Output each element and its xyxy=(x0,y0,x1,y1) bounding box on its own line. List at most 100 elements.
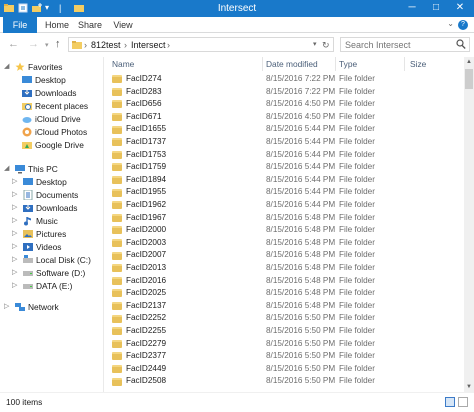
expand-caret-icon[interactable]: ▷ xyxy=(12,202,20,214)
breadcrumb-separator-icon[interactable]: › xyxy=(124,39,127,51)
search-box[interactable] xyxy=(340,37,470,52)
recent-locations-icon[interactable]: ▾ xyxy=(45,39,49,53)
table-row[interactable]: FacID2000 8/15/2016 5:48 PM File folder xyxy=(106,224,466,237)
expand-caret-icon[interactable]: ▷ xyxy=(12,254,20,266)
table-row[interactable]: FacID2016 8/15/2016 5:48 PM File folder xyxy=(106,275,466,288)
file-name-cell[interactable]: FacID1962 xyxy=(112,199,166,212)
nav-pc-documents[interactable]: ▷ Documents xyxy=(12,189,78,201)
expand-caret-icon[interactable]: ▷ xyxy=(12,215,20,227)
expand-caret-icon[interactable]: ▷ xyxy=(12,176,20,188)
file-name-cell[interactable]: FacID2279 xyxy=(112,338,166,351)
scrollbar-thumb[interactable] xyxy=(465,69,473,89)
column-header-type[interactable]: Type xyxy=(339,57,357,71)
expand-caret-icon[interactable]: ▷ xyxy=(12,189,20,201)
file-name-cell[interactable]: FacID1759 xyxy=(112,161,166,174)
table-row[interactable]: FacID2449 8/15/2016 5:50 PM File folder xyxy=(106,363,466,376)
column-divider[interactable] xyxy=(404,57,405,71)
nav-network[interactable]: ▷ Network xyxy=(4,301,59,313)
file-name-cell[interactable]: FacID1655 xyxy=(112,123,166,136)
tab-file[interactable]: File xyxy=(3,17,37,33)
close-button[interactable]: ✕ xyxy=(448,0,472,17)
nav-fav-desktop[interactable]: Desktop xyxy=(22,74,66,86)
table-row[interactable]: FacID2025 8/15/2016 5:48 PM File folder xyxy=(106,287,466,300)
file-name-cell[interactable]: FacID2252 xyxy=(112,312,166,325)
file-name-cell[interactable]: FacID2025 xyxy=(112,287,166,300)
help-icon[interactable]: ? xyxy=(458,20,468,30)
nav-fav-google-drive[interactable]: Google Drive xyxy=(22,139,84,151)
file-name-cell[interactable]: FacID1894 xyxy=(112,174,166,187)
table-row[interactable]: FacID656 8/15/2016 4:50 PM File folder xyxy=(106,98,466,111)
expand-caret-icon[interactable]: ▷ xyxy=(12,267,20,279)
file-name-cell[interactable]: FacID1967 xyxy=(112,212,166,225)
table-row[interactable]: FacID2137 8/15/2016 5:48 PM File folder xyxy=(106,300,466,313)
column-header-size[interactable]: Size xyxy=(410,57,426,71)
up-button[interactable]: ↑ xyxy=(55,37,61,51)
tab-view[interactable]: View xyxy=(112,17,134,33)
column-header-date-modified[interactable]: Date modified xyxy=(266,57,318,71)
file-name-cell[interactable]: FacID2016 xyxy=(112,275,166,288)
scroll-down-icon[interactable]: ▼ xyxy=(464,382,474,392)
table-row[interactable]: FacID1894 8/15/2016 5:44 PM File folder xyxy=(106,174,466,187)
nav-pc-pictures[interactable]: ▷ Pictures xyxy=(12,228,66,240)
forward-button[interactable]: → xyxy=(28,37,39,51)
nav-fav-icloud-photos[interactable]: iCloud Photos xyxy=(22,126,87,138)
nav-fav-downloads[interactable]: Downloads xyxy=(22,87,76,99)
back-button[interactable]: ← xyxy=(8,37,19,51)
breadcrumb-separator-icon[interactable]: › xyxy=(84,39,87,51)
nav-pc-software-d[interactable]: ▷ Software (D:) xyxy=(12,267,85,279)
table-row[interactable]: FacID2003 8/15/2016 5:48 PM File folder xyxy=(106,237,466,250)
breadcrumb-separator-icon[interactable]: › xyxy=(167,39,170,51)
table-row[interactable]: FacID1962 8/15/2016 5:44 PM File folder xyxy=(106,199,466,212)
file-name-cell[interactable]: FacID2000 xyxy=(112,224,166,237)
file-name-cell[interactable]: FacID2003 xyxy=(112,237,166,250)
address-bar[interactable]: › 812test › Intersect › ▾ ↻ xyxy=(68,37,334,52)
search-input[interactable] xyxy=(341,38,453,51)
nav-this-pc[interactable]: ◢ This PC xyxy=(4,163,58,175)
file-name-cell[interactable]: FacID1737 xyxy=(112,136,166,149)
column-header-name[interactable]: Name xyxy=(112,57,134,71)
table-row[interactable]: FacID1955 8/15/2016 5:44 PM File folder xyxy=(106,186,466,199)
tab-home[interactable]: Home xyxy=(44,17,70,33)
table-row[interactable]: FacID2279 8/15/2016 5:50 PM File folder xyxy=(106,338,466,351)
large-icons-view-icon[interactable] xyxy=(458,397,468,407)
expand-caret-icon[interactable]: ▷ xyxy=(12,228,20,240)
expand-caret-icon[interactable]: ▷ xyxy=(12,241,20,253)
refresh-icon[interactable]: ↻ xyxy=(322,39,330,51)
nav-pc-videos[interactable]: ▷ Videos xyxy=(12,241,61,253)
file-name-cell[interactable]: FacID2377 xyxy=(112,350,166,363)
minimize-button[interactable]: ─ xyxy=(400,0,424,17)
collapse-caret-icon[interactable]: ◢ xyxy=(4,61,12,73)
file-name-cell[interactable]: FacID2007 xyxy=(112,249,166,262)
nav-fav-recent-places[interactable]: Recent places xyxy=(22,100,88,112)
column-divider[interactable] xyxy=(335,57,336,71)
file-name-cell[interactable]: FacID274 xyxy=(112,73,162,86)
search-icon[interactable] xyxy=(456,39,466,50)
table-row[interactable]: FacID2013 8/15/2016 5:48 PM File folder xyxy=(106,262,466,275)
nav-fav-icloud-drive[interactable]: iCloud Drive xyxy=(22,113,81,125)
breadcrumb-intersect[interactable]: Intersect xyxy=(131,39,166,51)
column-divider[interactable] xyxy=(262,57,263,71)
details-view-icon[interactable] xyxy=(445,397,455,407)
collapse-caret-icon[interactable]: ◢ xyxy=(4,163,12,175)
expand-caret-icon[interactable]: ▷ xyxy=(12,280,20,292)
table-row[interactable]: FacID283 8/15/2016 7:22 PM File folder xyxy=(106,86,466,99)
file-name-cell[interactable]: FacID2255 xyxy=(112,325,166,338)
file-name-cell[interactable]: FacID671 xyxy=(112,111,162,124)
nav-pc-downloads[interactable]: ▷ Downloads xyxy=(12,202,77,214)
nav-pc-data-e[interactable]: ▷ DATA (E:) xyxy=(12,280,72,292)
table-row[interactable]: FacID2255 8/15/2016 5:50 PM File folder xyxy=(106,325,466,338)
file-name-cell[interactable]: FacID2508 xyxy=(112,375,166,388)
file-name-cell[interactable]: FacID283 xyxy=(112,86,162,99)
table-row[interactable]: FacID2252 8/15/2016 5:50 PM File folder xyxy=(106,312,466,325)
file-name-cell[interactable]: FacID2137 xyxy=(112,300,166,313)
table-row[interactable]: FacID1967 8/15/2016 5:48 PM File folder xyxy=(106,212,466,225)
table-row[interactable]: FacID1753 8/15/2016 5:44 PM File folder xyxy=(106,149,466,162)
table-row[interactable]: FacID671 8/15/2016 4:50 PM File folder xyxy=(106,111,466,124)
breadcrumb-812test[interactable]: 812test xyxy=(91,39,121,51)
expand-caret-icon[interactable]: ▷ xyxy=(4,301,12,313)
expand-ribbon-icon[interactable]: ⌄ xyxy=(447,19,454,28)
nav-pc-local-disk-c[interactable]: ▷ Local Disk (C:) xyxy=(12,254,91,266)
table-row[interactable]: FacID2508 8/15/2016 5:50 PM File folder xyxy=(106,375,466,388)
file-name-cell[interactable]: FacID2449 xyxy=(112,363,166,376)
file-name-cell[interactable]: FacID1753 xyxy=(112,149,166,162)
